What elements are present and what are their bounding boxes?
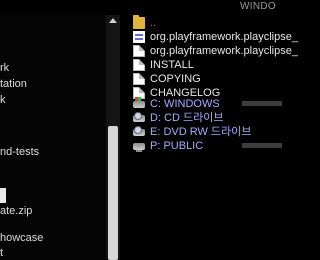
drive-row[interactable]: C: WINDOWS — [121, 97, 282, 110]
tree-item[interactable]: howcase — [0, 232, 43, 244]
tree-item[interactable]: ate.zip — [0, 205, 32, 217]
parent-folder-row[interactable]: .. — [121, 15, 276, 29]
drive-name: E: DVD RW 드라이브 — [150, 126, 252, 138]
drive-usage-bar — [242, 101, 282, 106]
file-row[interactable]: org.playframework.playclipse_ — [121, 45, 298, 57]
drive-name: P: PUBLIC — [150, 140, 204, 152]
window-title: WINDO — [240, 1, 276, 12]
file-row[interactable]: org.playframework.playclipse_ — [121, 31, 298, 43]
dvd-drive-icon — [133, 126, 145, 136]
file-icon — [133, 59, 145, 71]
tree-item[interactable]: k — [0, 94, 6, 106]
drive-usage-bar — [242, 143, 282, 148]
tree-selection-marker — [0, 188, 6, 203]
file-row[interactable]: COPYING — [121, 73, 276, 85]
file-name: org.playframework.playclipse_ — [150, 31, 298, 43]
drive-name: D: CD 드라이브 — [150, 112, 224, 124]
network-drive-icon — [133, 143, 145, 152]
file-name: org.playframework.playclipse_ — [150, 45, 298, 57]
doc-icon — [133, 31, 145, 43]
cd-drive-icon — [133, 112, 145, 122]
drive-row[interactable]: D: CD 드라이브 — [121, 112, 276, 124]
vertical-scrollbar[interactable] — [106, 15, 120, 260]
tree-item[interactable]: nd-tests — [0, 146, 39, 158]
tree-item[interactable]: tation — [0, 78, 27, 90]
folder-icon — [133, 15, 145, 29]
file-list-pane[interactable]: .. org.playframework.playclipse_ org.pla… — [121, 15, 298, 260]
scroll-thumb[interactable] — [108, 126, 118, 260]
tree-item[interactable]: t — [0, 247, 3, 259]
drive-name: C: WINDOWS — [150, 98, 220, 110]
file-name: INSTALL — [150, 59, 194, 71]
windows-drive-icon — [133, 97, 145, 108]
title-bar: WINDO — [0, 0, 276, 15]
file-name: COPYING — [150, 73, 201, 85]
folder-tree-pane[interactable]: rk tation k nd-tests ate.zip howcase t — [0, 15, 106, 260]
drive-row[interactable]: E: DVD RW 드라이브 — [121, 126, 276, 138]
file-icon — [133, 73, 145, 85]
drive-row[interactable]: P: PUBLIC — [121, 140, 282, 152]
file-icon — [133, 45, 145, 57]
tree-item[interactable]: rk — [0, 62, 9, 74]
file-row[interactable]: INSTALL — [121, 59, 276, 71]
scroll-up-arrow-icon[interactable] — [108, 17, 118, 25]
file-name: .. — [150, 17, 157, 29]
